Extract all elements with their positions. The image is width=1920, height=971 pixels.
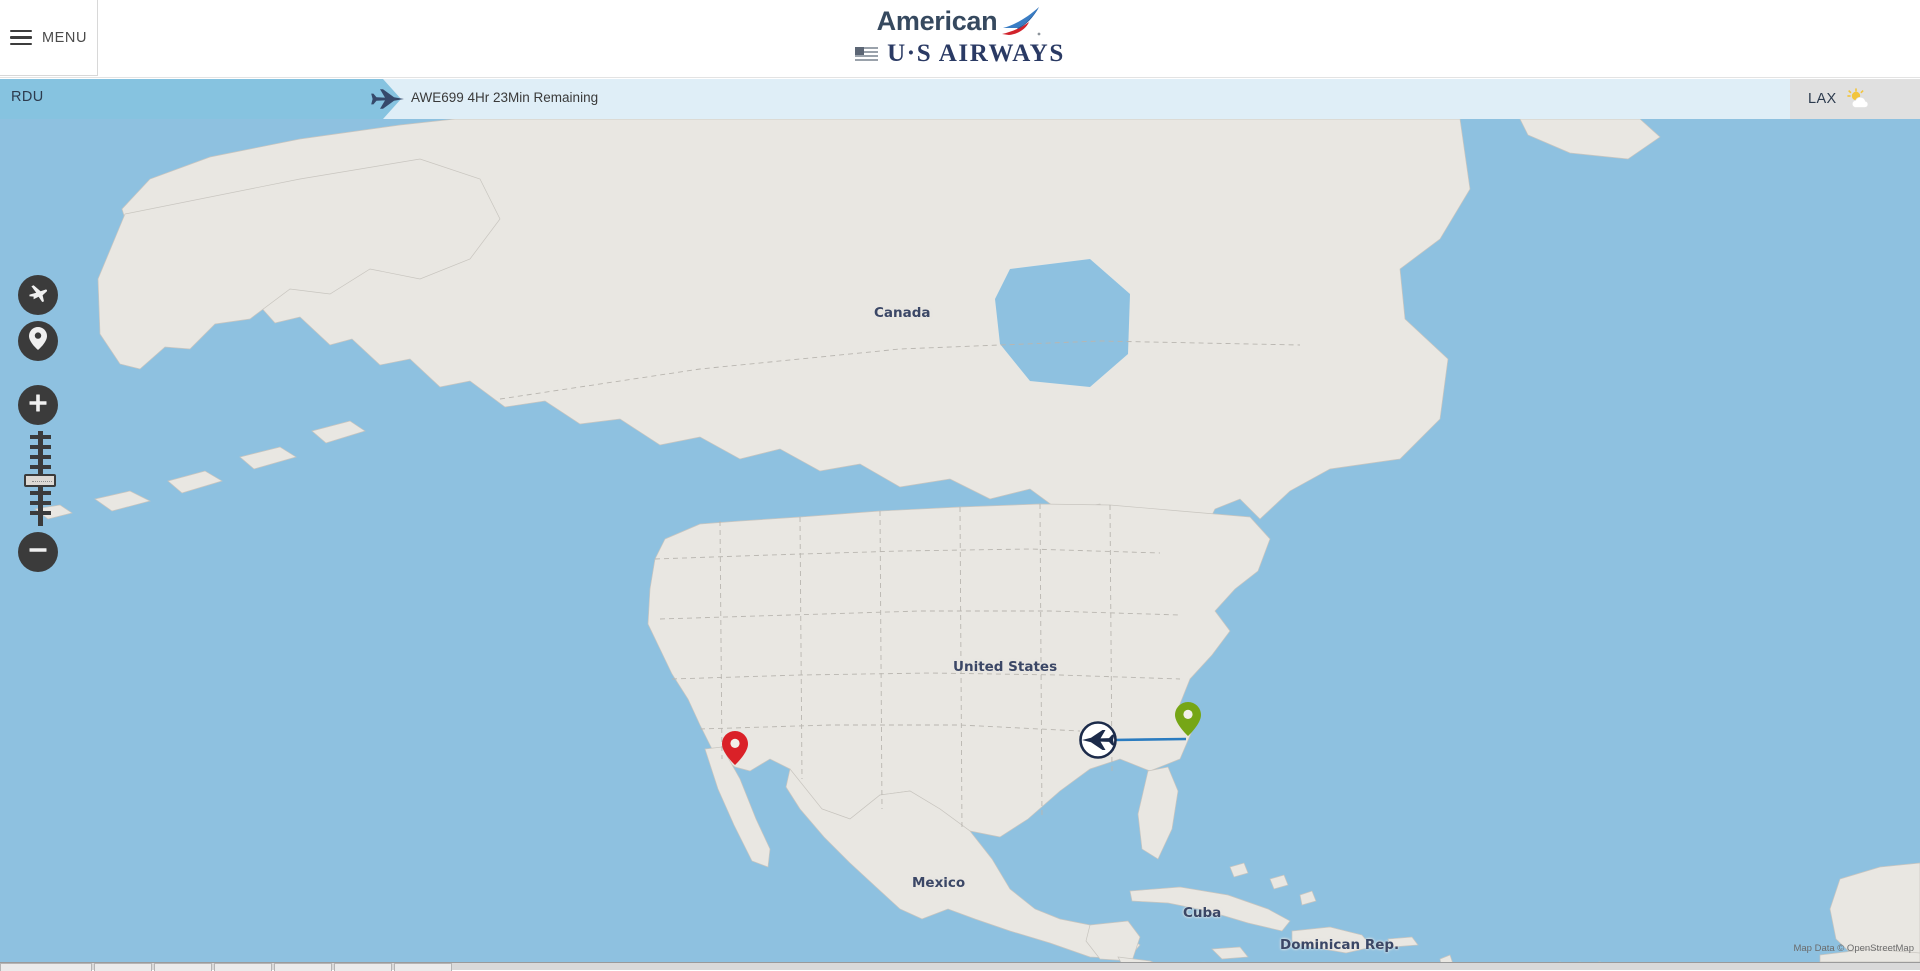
- zoom-slider-thumb[interactable]: [24, 474, 56, 487]
- us-flag-icon: [855, 46, 879, 62]
- os-taskbar[interactable]: [0, 962, 1920, 971]
- brand-usairways-text: U·S AIRWAYS: [887, 40, 1065, 67]
- zoom-in-button[interactable]: [18, 385, 58, 425]
- flight-progress-fill: [0, 79, 401, 119]
- zoom-tick: [30, 445, 51, 449]
- map-geography: .land { fill:#e9e7e2; stroke:#c8c5bf; st…: [0, 119, 1920, 962]
- hamburger-icon: [9, 29, 32, 46]
- destination-panel: LAX: [1771, 79, 1920, 119]
- zoom-tick: [30, 465, 51, 469]
- flights-toggle-button[interactable]: [18, 275, 58, 315]
- flight-map[interactable]: .land { fill:#e9e7e2; stroke:#c8c5bf; st…: [0, 119, 1920, 962]
- map-pin-icon: [29, 327, 47, 355]
- sun-cloud-icon: [1846, 88, 1872, 110]
- origin-airport-code: RDU: [11, 89, 44, 105]
- aircraft-position-icon[interactable]: [1078, 720, 1118, 760]
- zoom-tick: [30, 435, 51, 439]
- destination-airport-code: LAX: [1808, 91, 1837, 107]
- map-attribution: Map Data © OpenStreetMap: [1793, 943, 1914, 954]
- flight-status-text: AWE699 4Hr 23Min Remaining: [411, 90, 599, 105]
- brand-logo: American U·S AIRWAYS: [810, 4, 1110, 69]
- brand-american-text: American: [876, 5, 998, 36]
- american-airlines-tail-icon: [1001, 6, 1043, 36]
- airplane-icon: [370, 88, 406, 110]
- map-pin-icon-destination[interactable]: [722, 731, 748, 765]
- zoom-out-button[interactable]: [18, 532, 58, 572]
- plus-icon: [28, 393, 48, 418]
- zoom-tick: [30, 455, 51, 459]
- map-pin-icon-origin[interactable]: [1175, 702, 1201, 736]
- menu-button[interactable]: MENU: [0, 0, 98, 76]
- map-controls: [18, 275, 62, 578]
- flight-progress-bar: RDU AWE699 4Hr 23Min Remaining LAX: [0, 79, 1920, 119]
- minus-icon: [28, 540, 48, 565]
- flight-route-line: [1111, 737, 1187, 742]
- airplane-icon: [27, 282, 49, 309]
- zoom-slider[interactable]: [20, 431, 60, 526]
- zoom-tick: [30, 491, 51, 495]
- zoom-tick: [30, 501, 51, 505]
- zoom-tick: [30, 511, 51, 515]
- app-header: MENU American U·S AIRWAYS: [0, 0, 1920, 78]
- places-toggle-button[interactable]: [18, 321, 58, 361]
- menu-button-label: MENU: [41, 29, 88, 46]
